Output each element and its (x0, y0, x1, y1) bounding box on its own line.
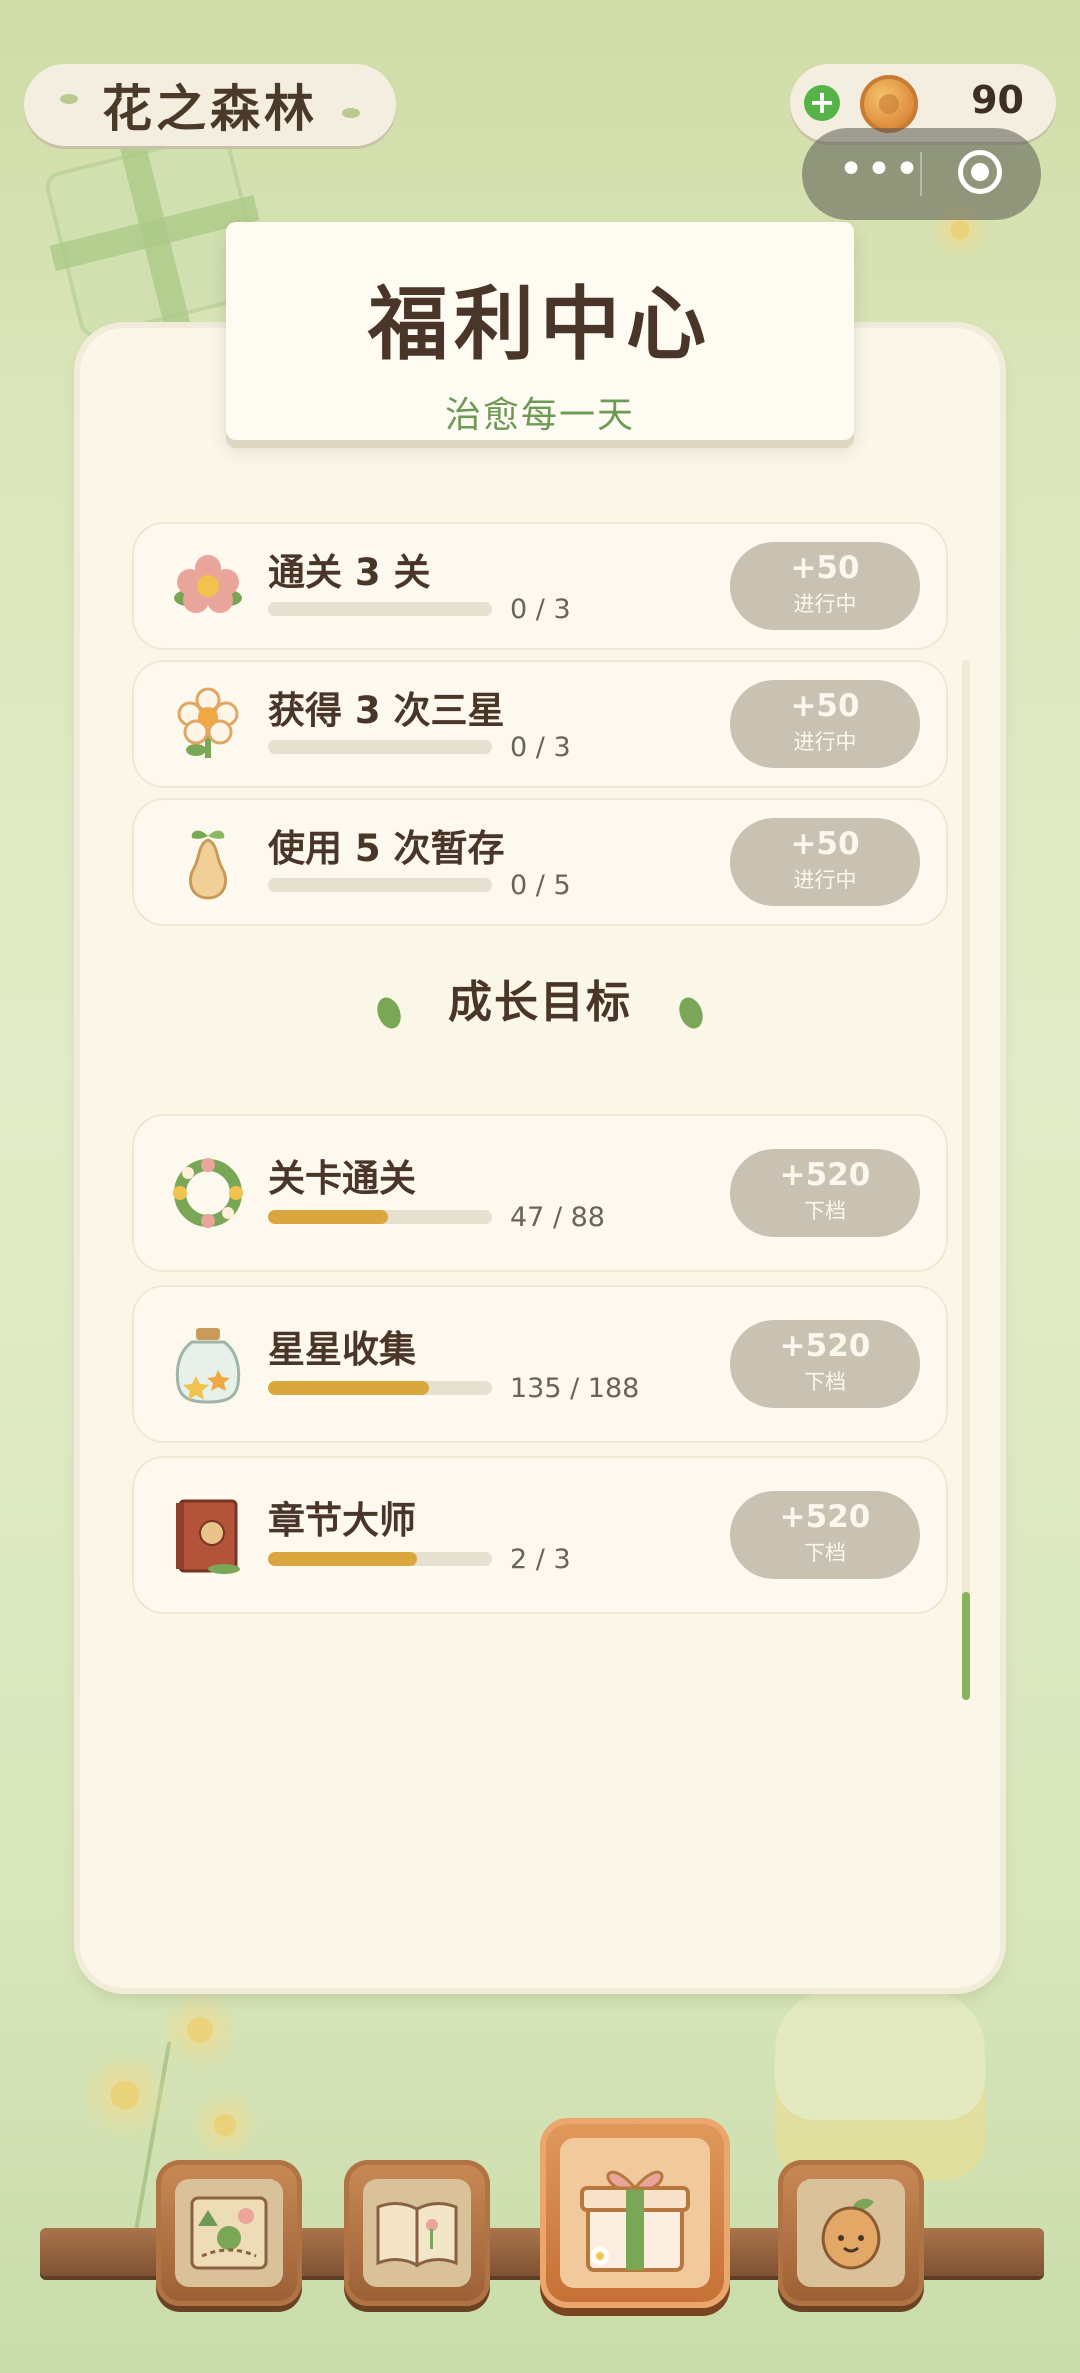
growth-task-row: 关卡通关 47 / 88 +520 下档 (134, 1116, 946, 1270)
gift-box-icon (560, 2138, 710, 2288)
reward-status: 下档 (804, 1370, 846, 1394)
mini-program-capsule: ••• (802, 128, 1041, 220)
reward-amount: +520 (779, 1499, 871, 1535)
logo-text: 花之森林 (102, 79, 318, 138)
reward-amount: +520 (779, 1328, 871, 1364)
task-progress-bar (268, 740, 492, 754)
reward-status: 下档 (804, 1199, 846, 1223)
capsule-divider (920, 152, 922, 196)
nav-map-button[interactable] (156, 2160, 302, 2306)
task-reward-button[interactable]: +520 下档 (730, 1320, 920, 1408)
task-title: 使用 5 次暂存 (268, 827, 505, 870)
task-row: 获得 3 次三星 0 / 3 +50 进行中 (134, 662, 946, 786)
book-icon (164, 1491, 252, 1579)
task-title: 获得 3 次三星 (268, 689, 505, 732)
nav-book-button[interactable] (344, 2160, 490, 2306)
game-logo: 花之森林 (24, 64, 396, 146)
task-reward-button[interactable]: +50 进行中 (730, 542, 920, 630)
reward-status: 进行中 (793, 592, 857, 616)
growth-section-header: 成长目标 (0, 966, 1080, 1032)
scrollbar[interactable] (962, 660, 970, 1700)
task-title: 关卡通关 (268, 1157, 416, 1200)
task-count: 0 / 5 (510, 870, 571, 901)
background-flower (160, 1990, 240, 2070)
reward-amount: +520 (779, 1157, 871, 1193)
task-reward-button[interactable]: +520 下档 (730, 1149, 920, 1237)
task-title: 星星收集 (268, 1328, 416, 1371)
task-progress-fill (268, 1210, 388, 1224)
task-progress-bar (268, 602, 492, 616)
task-count: 47 / 88 (510, 1202, 605, 1233)
plus-icon[interactable]: + (804, 85, 840, 121)
daisy-icon (164, 680, 252, 768)
task-reward-button[interactable]: +50 进行中 (730, 818, 920, 906)
task-reward-button[interactable]: +520 下档 (730, 1491, 920, 1579)
reward-amount: +50 (790, 550, 860, 586)
task-count: 2 / 3 (510, 1544, 571, 1575)
more-icon[interactable]: ••• (830, 148, 930, 198)
pear-icon (164, 818, 252, 906)
wreath-icon (164, 1149, 252, 1237)
star-jar-icon (164, 1320, 252, 1408)
open-book-icon (363, 2179, 471, 2287)
map-icon (175, 2179, 283, 2287)
task-title: 通关 3 关 (268, 551, 431, 594)
task-progress-bar (268, 1552, 492, 1566)
reward-amount: +50 (790, 826, 860, 862)
target-icon[interactable] (958, 150, 1002, 194)
section-title: 成长目标 (448, 977, 632, 1028)
scrollbar-thumb[interactable] (962, 1592, 970, 1700)
task-reward-button[interactable]: +50 进行中 (730, 680, 920, 768)
task-progress-bar (268, 1210, 492, 1224)
page-title: 福利中心 (368, 278, 712, 371)
reward-status: 进行中 (793, 730, 857, 754)
reward-amount: +50 (790, 688, 860, 724)
reward-status: 下档 (804, 1541, 846, 1565)
task-count: 0 / 3 (510, 594, 571, 625)
task-count: 135 / 188 (510, 1373, 640, 1404)
page-subtitle: 治愈每一天 (444, 395, 635, 436)
task-row: 通关 3 关 0 / 3 +50 进行中 (134, 524, 946, 648)
background-jar-decoration (775, 1990, 985, 2180)
task-progress-bar (268, 1381, 492, 1395)
nav-gift-button[interactable] (540, 2118, 730, 2308)
nav-seed-button[interactable] (778, 2160, 924, 2306)
task-progress-bar (268, 878, 492, 892)
task-count: 0 / 3 (510, 732, 571, 763)
growth-task-row: 星星收集 135 / 188 +520 下档 (134, 1287, 946, 1441)
reward-status: 进行中 (793, 868, 857, 892)
coin-icon (860, 75, 918, 133)
background-flower (80, 2050, 170, 2140)
task-progress-fill (268, 1552, 418, 1566)
seed-icon (797, 2179, 905, 2287)
coin-amount: 90 (971, 78, 1024, 122)
task-row: 使用 5 次暂存 0 / 5 +50 进行中 (134, 800, 946, 924)
leaf-icon (675, 993, 707, 1032)
task-title: 章节大师 (268, 1499, 416, 1542)
growth-task-row: 章节大师 2 / 3 +520 下档 (134, 1458, 946, 1612)
header-card: 福利中心 治愈每一天 (226, 222, 854, 440)
leaf-icon (373, 993, 405, 1032)
flower-icon (164, 542, 252, 630)
background-flower (190, 2090, 260, 2160)
task-progress-fill (268, 1381, 429, 1395)
